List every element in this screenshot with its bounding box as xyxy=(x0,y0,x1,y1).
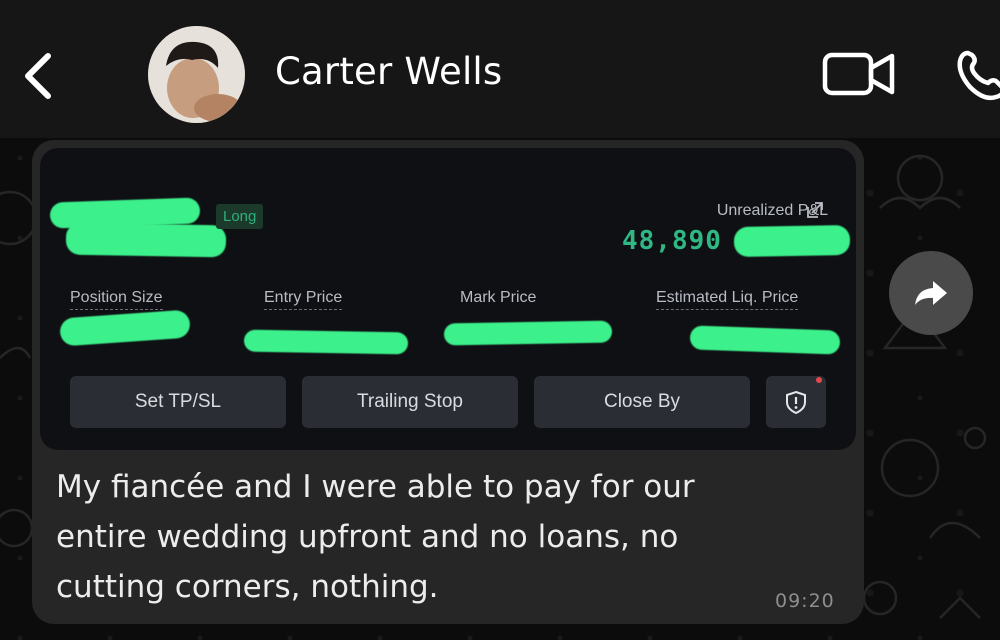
close-by-button[interactable]: Close By xyxy=(534,376,750,428)
redaction-mark xyxy=(733,224,851,258)
set-tp-sl-button[interactable]: Set TP/SL xyxy=(70,376,286,428)
redaction-mark xyxy=(443,320,613,346)
share-external-icon xyxy=(807,202,823,218)
video-call-button[interactable] xyxy=(820,48,898,100)
message-timestamp: 09:20 xyxy=(775,590,835,612)
phone-call-icon xyxy=(957,50,1000,101)
message-text: My fiancée and I were able to pay for ou… xyxy=(56,469,695,605)
contact-name[interactable]: Carter Wells xyxy=(275,50,502,93)
redaction-mark xyxy=(243,329,409,355)
mark-price-label: Mark Price xyxy=(460,289,537,306)
chat-header: Carter Wells xyxy=(0,0,1000,138)
video-call-icon xyxy=(822,52,895,96)
protection-button[interactable] xyxy=(766,376,826,428)
trailing-stop-button[interactable]: Trailing Stop xyxy=(302,376,518,428)
shield-alert-icon xyxy=(786,390,806,415)
avatar[interactable] xyxy=(148,26,245,123)
back-button[interactable] xyxy=(12,42,62,104)
back-arrow-icon xyxy=(25,53,51,99)
position-size-label: Position Size xyxy=(70,289,163,310)
position-side-badge: Long xyxy=(216,204,264,229)
voice-call-button[interactable] xyxy=(950,45,1000,105)
redaction-mark xyxy=(65,222,227,258)
forward-button[interactable] xyxy=(889,251,973,335)
notification-dot xyxy=(816,377,822,383)
unrealized-pnl-value: 48,890 xyxy=(622,226,722,256)
avatar-photo xyxy=(148,26,245,123)
estimated-liq-price-label: Estimated Liq. Price xyxy=(656,289,799,310)
entry-price-label: Entry Price xyxy=(264,289,343,310)
forward-arrow-icon xyxy=(915,281,947,305)
